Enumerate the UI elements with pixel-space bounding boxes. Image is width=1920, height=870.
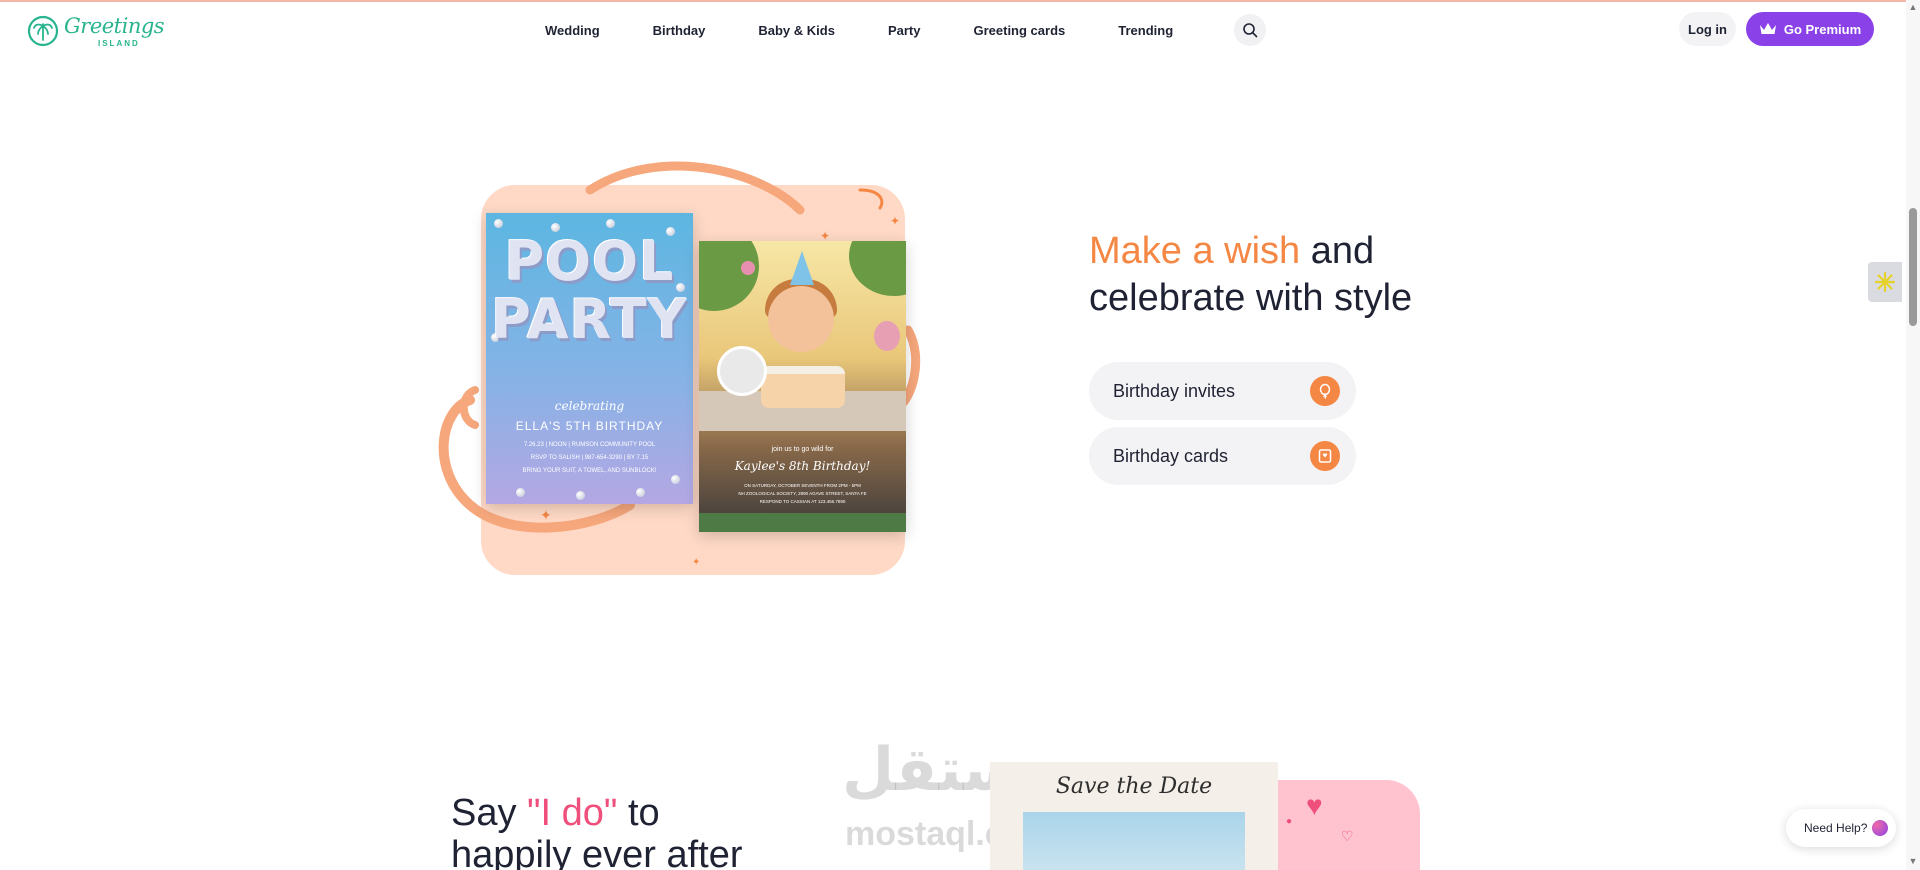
birthday-invites-link[interactable]: Birthday invites	[1089, 362, 1356, 420]
accessibility-widget[interactable]	[1868, 262, 1902, 302]
search-icon	[1243, 23, 1258, 38]
bday-card-line2: NH ZOOLOGICAL SOCIETY, 2890 AGAVE STREET…	[738, 491, 867, 496]
pool-card-line1: 7.26.23 | NOON | RUMSON COMMUNITY POOL	[523, 442, 656, 448]
logo-subtext: ISLAND	[98, 39, 140, 48]
palm-photo	[1023, 812, 1245, 870]
wedding-heading-accent: "I do"	[527, 792, 618, 834]
kaylee-birthday-card-image[interactable]: join us to go wild for Kaylee's 8th Birt…	[699, 241, 906, 532]
nav-item-birthday[interactable]: Birthday	[653, 23, 706, 38]
bday-card-name: Kaylee's 8th Birthday!	[734, 459, 871, 473]
logo-text: Greetings	[64, 14, 165, 38]
logo[interactable]: Greetings ISLAND	[26, 12, 165, 48]
login-button[interactable]: Log in	[1679, 12, 1736, 46]
nav-item-party[interactable]: Party	[888, 23, 921, 38]
scroll-up-arrow-icon[interactable]: ▲	[1908, 2, 1918, 12]
need-help-label: Need Help?	[1804, 821, 1868, 835]
sparkle-icon	[1875, 272, 1895, 292]
scroll-down-arrow-icon[interactable]: ▼	[1908, 856, 1918, 866]
card-icon	[1310, 441, 1340, 471]
bday-card-intro: join us to go wild for	[771, 446, 834, 453]
svg-text:✦: ✦	[540, 507, 552, 523]
birthday-cards-label: Birthday cards	[1113, 445, 1229, 466]
hero-heading-and: and	[1310, 230, 1375, 272]
bday-card-line3: RESPOND TO CASSIAN AT 123.456.7890	[759, 499, 846, 504]
bday-card-line1: ON SATURDAY, OCTOBER SEVENTH FROM 2PM - …	[744, 483, 861, 488]
nav-item-greeting-cards[interactable]: Greeting cards	[973, 23, 1065, 38]
wedding-heading-rest: happily ever after	[451, 834, 743, 870]
nav-item-wedding[interactable]: Wedding	[545, 23, 600, 38]
pool-card-celebrating: celebrating	[554, 399, 625, 413]
nav-item-baby-kids[interactable]: Baby & Kids	[758, 23, 835, 38]
go-premium-button[interactable]: Go Premium	[1746, 12, 1874, 46]
photo-circle	[717, 346, 767, 396]
hero-heading: Make a wish and celebrate with style	[1089, 228, 1509, 322]
pool-party-title: POOL PARTY	[491, 230, 688, 351]
pool-party-card-image[interactable]: POOL PARTY celebrating ELLA'S 5TH BIRTHD…	[486, 213, 693, 504]
heart-icon: ♥	[1306, 790, 1323, 821]
site-header: Greetings ISLAND Wedding Birthday Baby &…	[0, 2, 1920, 58]
birthday-cards-link[interactable]: Birthday cards	[1089, 427, 1356, 485]
heart-outline-icon: ♡	[1341, 828, 1354, 844]
save-the-date-card-image[interactable]: Save the Date	[990, 762, 1278, 870]
hero-heading-rest: celebrate with style	[1089, 277, 1413, 319]
pool-card-line2: RSVP TO SALISH | 987-654-3290 | BY 7.15	[530, 455, 649, 461]
svg-text:✦: ✦	[692, 557, 700, 568]
chat-icon	[1872, 820, 1888, 836]
page-scrollbar[interactable]: ▲ ▼	[1906, 0, 1920, 870]
birthday-invites-label: Birthday invites	[1113, 380, 1236, 401]
svg-text:✦: ✦	[890, 214, 900, 228]
scrollbar-thumb[interactable]	[1909, 208, 1917, 326]
go-premium-label: Go Premium	[1783, 21, 1862, 37]
crown-icon	[1759, 23, 1776, 34]
hero-heading-accent: Make a wish	[1089, 230, 1301, 272]
search-button[interactable]	[1234, 14, 1266, 46]
heart-small-icon: ●	[1286, 816, 1293, 827]
wedding-heading-say: Say	[451, 792, 528, 834]
cake-illustration	[761, 366, 845, 408]
pool-card-name: ELLA'S 5TH BIRTHDAY	[515, 419, 664, 433]
pool-card-line3: BRING YOUR SUIT, A TOWEL, AND SUNBLOCK!	[522, 468, 657, 474]
palm-logo-icon	[27, 15, 59, 47]
main-nav: Wedding Birthday Baby & Kids Party Greet…	[545, 2, 1216, 58]
save-the-date-title: Save the Date	[1055, 774, 1213, 799]
balloon-icon	[1310, 376, 1340, 406]
wedding-heading-to: to	[617, 792, 660, 834]
nav-item-trending[interactable]: Trending	[1118, 23, 1173, 38]
need-help-button[interactable]: Need Help?	[1786, 809, 1896, 847]
wedding-heading: Say "I do" to happily ever after	[451, 792, 851, 870]
